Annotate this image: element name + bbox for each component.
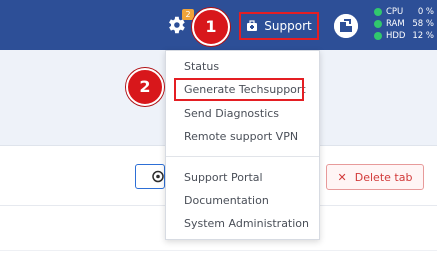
step-2-callout: 2 <box>126 68 164 106</box>
menu-divider <box>166 156 319 157</box>
menu-item-system-administration[interactable]: System Administration <box>184 217 309 230</box>
toolbar-settings-button[interactable] <box>135 164 165 189</box>
support-briefcase-icon <box>247 20 258 31</box>
menu-item-remote-support-vpn[interactable]: Remote support VPN <box>184 130 298 143</box>
user-avatar[interactable] <box>334 14 358 38</box>
stat-label: RAM <box>386 19 405 29</box>
stat-value: 12 % <box>412 31 434 41</box>
highlight-box-generate-techsupport <box>174 78 304 101</box>
settings-gear-icon <box>152 170 164 183</box>
stat-value: 58 % <box>412 19 434 29</box>
menu-item-status[interactable]: Status <box>184 60 219 73</box>
support-menu-button[interactable]: Support <box>239 12 319 40</box>
stat-label: CPU <box>386 7 404 17</box>
menu-item-support-portal[interactable]: Support Portal <box>184 171 263 184</box>
system-stats: CPU 0 % RAM 58 % HDD 12 % <box>374 6 434 42</box>
status-dot-icon <box>374 32 382 40</box>
stat-label: HDD <box>386 31 406 41</box>
status-dot-icon <box>374 8 382 16</box>
step-1-callout: 1 <box>192 8 230 46</box>
divider <box>0 250 437 251</box>
close-icon: ✕ <box>337 170 347 184</box>
stat-value: 0 % <box>417 7 434 17</box>
support-button-label: Support <box>264 19 312 33</box>
notification-badge: 2 <box>182 9 194 20</box>
user-avatar-icon <box>334 14 358 38</box>
status-dot-icon <box>374 20 382 28</box>
stat-ram: RAM 58 % <box>374 18 434 30</box>
delete-tab-button[interactable]: ✕ Delete tab <box>326 164 424 190</box>
menu-item-documentation[interactable]: Documentation <box>184 194 269 207</box>
stat-hdd: HDD 12 % <box>374 30 434 42</box>
menu-item-send-diagnostics[interactable]: Send Diagnostics <box>184 107 279 120</box>
stat-cpu: CPU 0 % <box>374 6 434 18</box>
delete-tab-label: Delete tab <box>354 170 413 184</box>
